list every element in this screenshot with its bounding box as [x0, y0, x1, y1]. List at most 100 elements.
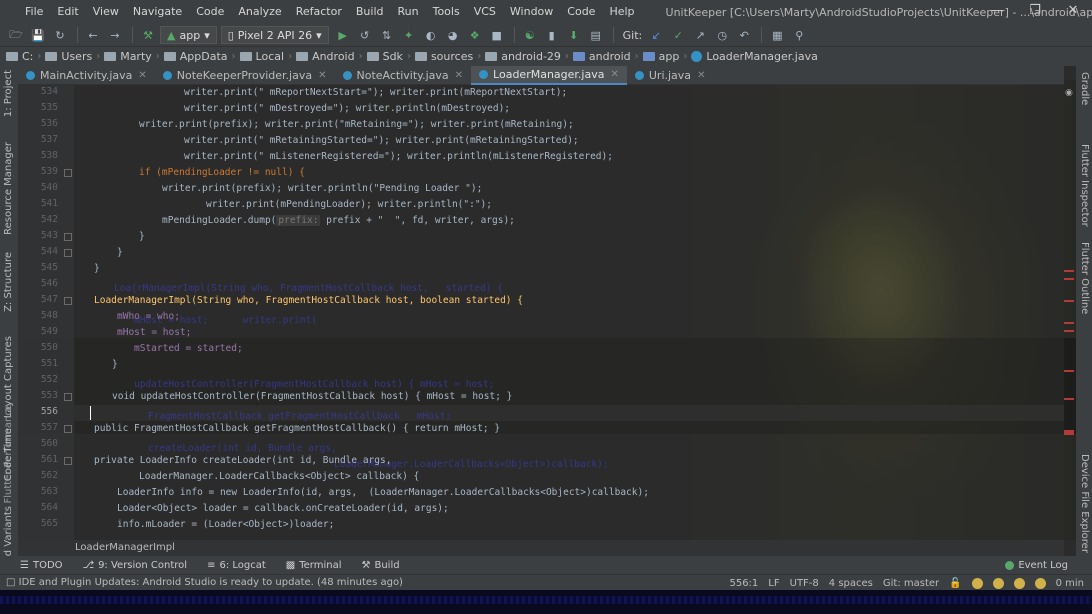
menu-build[interactable]: Build	[349, 0, 391, 24]
crumb-android-29[interactable]: android-29	[485, 50, 561, 63]
error-marker[interactable]	[1064, 278, 1074, 280]
smiley-icon[interactable]	[992, 577, 1004, 589]
avd-manager-icon[interactable]: ▮	[542, 26, 562, 44]
tool-flutter-inspector[interactable]: Flutter Inspector	[1079, 144, 1090, 227]
coverage-icon[interactable]: ◐	[421, 26, 441, 44]
sdk-manager-icon[interactable]: ⬇	[564, 26, 584, 44]
tool-resource-manager[interactable]: Resource Manager	[3, 142, 14, 235]
crumb-app-pkg[interactable]: app	[642, 50, 679, 63]
crumb-drive[interactable]: C:	[6, 50, 33, 63]
save-icon[interactable]: 💾	[28, 26, 48, 44]
event-log-tool[interactable]: Event Log	[1005, 556, 1068, 574]
line-separator[interactable]: LF	[768, 578, 779, 589]
fold-marker[interactable]	[64, 169, 72, 177]
status-message[interactable]: IDE and Plugin Updates: Android Studio i…	[19, 577, 403, 588]
error-marker[interactable]	[1064, 430, 1074, 435]
tool-flutter-outline[interactable]: Flutter Outline	[1079, 242, 1090, 314]
menu-analyze[interactable]: Analyze	[231, 0, 288, 24]
git-commit-icon[interactable]: ✓	[668, 26, 688, 44]
crumb-android[interactable]: Android	[296, 50, 355, 63]
menu-file[interactable]: File	[18, 0, 50, 24]
error-marker[interactable]	[1064, 330, 1074, 332]
error-marker[interactable]	[1064, 300, 1074, 302]
device-select[interactable]: ▯ Pixel 2 API 26 ▾	[220, 26, 329, 44]
crumb-appdata[interactable]: AppData	[163, 50, 228, 63]
lock-icon[interactable]: 🔓	[949, 578, 961, 589]
crumb-marty[interactable]: Marty	[104, 50, 152, 63]
apply-code-changes-icon[interactable]: ⇅	[377, 26, 397, 44]
method-breadcrumb[interactable]: LoaderManagerImpl	[18, 540, 1064, 556]
fold-marker[interactable]	[64, 425, 72, 433]
menu-tools[interactable]: Tools	[426, 0, 467, 24]
project-structure-icon[interactable]: ▦	[767, 26, 787, 44]
error-marker[interactable]	[1064, 398, 1074, 400]
indent-setting[interactable]: 4 spaces	[829, 578, 873, 589]
error-marker[interactable]	[1064, 270, 1074, 272]
menu-code[interactable]: Code	[189, 0, 231, 24]
build-tool[interactable]: ⚒ Build	[362, 560, 400, 571]
file-encoding[interactable]: UTF-8	[790, 578, 819, 589]
restore-icon[interactable]: ❐	[1016, 0, 1054, 24]
menu-help[interactable]: Help	[602, 0, 641, 24]
version-control-tool[interactable]: ⎇ 9: Version Control	[83, 560, 188, 571]
fold-marker[interactable]	[64, 457, 72, 465]
gradle-sync-icon[interactable]: ☯	[520, 26, 540, 44]
tool-code-time[interactable]: Code Time	[3, 428, 14, 481]
forward-arrow-icon[interactable]: →	[105, 26, 125, 44]
open-folder-icon[interactable]: 🗁	[6, 26, 26, 44]
git-branch[interactable]: Git: master	[883, 578, 939, 589]
fold-marker[interactable]	[64, 393, 72, 401]
tab-loadermanager[interactable]: LoaderManager.java ✕	[471, 66, 627, 85]
debug-icon[interactable]: ✦	[399, 26, 419, 44]
apply-changes-icon[interactable]: ↺	[355, 26, 375, 44]
back-arrow-icon[interactable]: ←	[83, 26, 103, 44]
menu-view[interactable]: View	[86, 0, 126, 24]
tool-device-file-explorer[interactable]: Device File Explorer	[1079, 454, 1090, 553]
menu-code-time[interactable]: Code Time	[560, 0, 602, 42]
layout-inspector-icon[interactable]: ▤	[586, 26, 606, 44]
eye-icon[interactable]: ◉	[1065, 88, 1073, 98]
sync-icon[interactable]: ↻	[50, 26, 70, 44]
menu-refactor[interactable]: Refactor	[289, 0, 349, 24]
search-icon[interactable]: ⚲	[789, 26, 809, 44]
tool-project[interactable]: 1: Project	[3, 70, 14, 117]
menu-window[interactable]: Window	[503, 0, 560, 24]
crumb-local[interactable]: Local	[239, 50, 284, 63]
close-tab-icon[interactable]: ✕	[138, 70, 146, 81]
crumb-sdk[interactable]: Sdk	[366, 50, 403, 63]
tab-mainactivity[interactable]: MainActivity.java ✕	[18, 66, 155, 85]
close-tab-icon[interactable]: ✕	[697, 70, 705, 81]
fold-marker[interactable]	[64, 249, 72, 257]
menu-vcs[interactable]: VCS	[467, 0, 503, 24]
stop-icon[interactable]: ■	[487, 26, 507, 44]
terminal-tool[interactable]: ▩ Terminal	[286, 560, 342, 571]
error-marker[interactable]	[1064, 370, 1074, 372]
run-icon[interactable]: ▶	[333, 26, 353, 44]
minimize-icon[interactable]: —	[978, 0, 1016, 24]
menu-run[interactable]: Run	[391, 0, 426, 24]
caret-position[interactable]: 556:1	[729, 578, 758, 589]
close-tab-icon[interactable]: ✕	[318, 70, 326, 81]
attach-debugger-icon[interactable]: ❖	[465, 26, 485, 44]
close-tab-icon[interactable]: ✕	[455, 70, 463, 81]
profile-icon[interactable]: ◕	[443, 26, 463, 44]
crumb-android-pkg[interactable]: android	[572, 50, 631, 63]
crumb-sources[interactable]: sources	[414, 50, 473, 63]
tab-notekeeperprovider[interactable]: NoteKeeperProvider.java ✕	[155, 66, 335, 85]
smiley-icon[interactable]	[1034, 577, 1046, 589]
fold-marker[interactable]	[64, 297, 72, 305]
git-push-icon[interactable]: ↗	[690, 26, 710, 44]
close-tab-icon[interactable]: ✕	[610, 69, 618, 80]
error-marker[interactable]	[1064, 322, 1074, 324]
menu-edit[interactable]: Edit	[50, 0, 85, 24]
run-config-select[interactable]: ▲ app ▾	[160, 26, 217, 44]
tool-gradle[interactable]: Gradle	[1079, 72, 1090, 105]
tab-noteactivity[interactable]: NoteActivity.java ✕	[335, 66, 472, 85]
tool-structure[interactable]: Z: Structure	[3, 252, 14, 312]
smiley-icon[interactable]	[1013, 577, 1025, 589]
tab-uri[interactable]: Uri.java ✕	[627, 66, 714, 85]
todo-tool[interactable]: ☰ TODO	[20, 560, 63, 571]
smiley-icon[interactable]	[971, 577, 983, 589]
crumb-users[interactable]: Users	[45, 50, 92, 63]
update-notification-icon[interactable]: □	[6, 577, 19, 588]
